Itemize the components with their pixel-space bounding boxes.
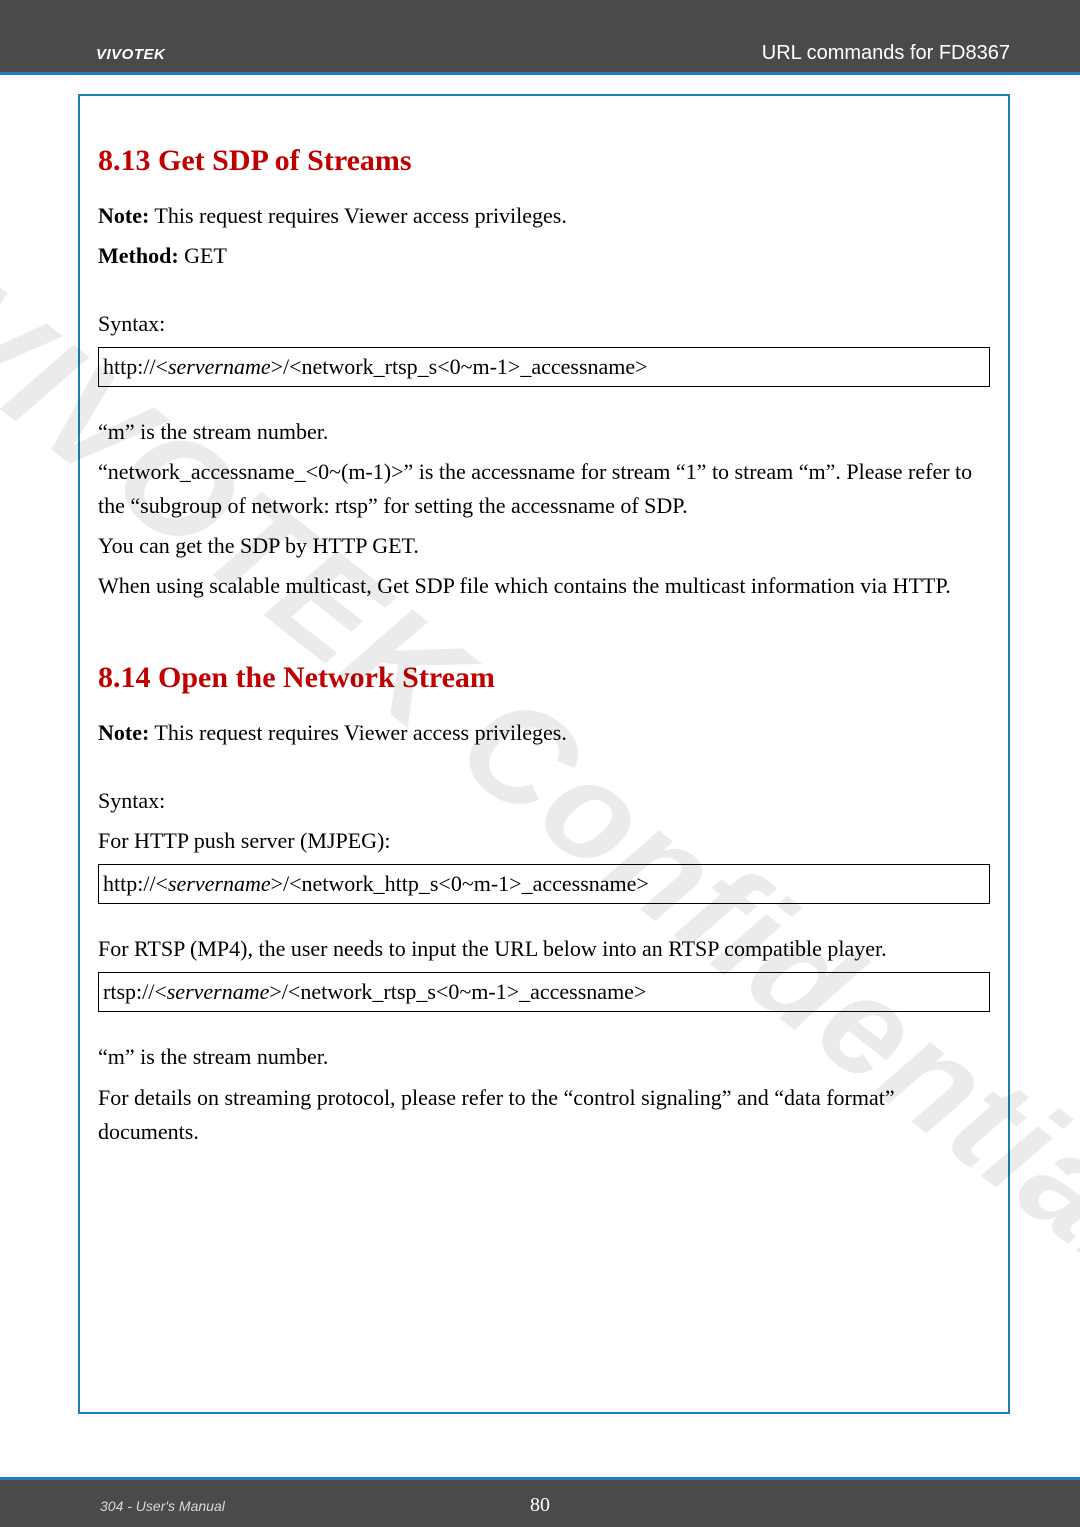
note-label: Note: [98, 203, 149, 228]
s2-p2: For details on streaming protocol, pleas… [98, 1081, 990, 1149]
syntax-servername: servername [168, 354, 271, 379]
http-prefix: http://< [103, 871, 168, 896]
rtsp-servername: servername [167, 979, 270, 1004]
footer-band: 304 - User's Manual 80 [0, 1477, 1080, 1527]
note-text: This request requires Viewer access priv… [149, 203, 567, 228]
content-frame: VIVOTEK Confidential 8.13 Get SDP of Str… [78, 94, 1010, 1414]
s1-p3: You can get the SDP by HTTP GET. [98, 529, 990, 563]
note-line-2: Note: This request requires Viewer acces… [98, 716, 990, 750]
syntax-box-rtsp: rtsp://<servername>/<network_rtsp_s<0~m-… [98, 972, 990, 1012]
note-label-2: Note: [98, 720, 149, 745]
note-text-2: This request requires Viewer access priv… [149, 720, 567, 745]
page: VIVOTEK URL commands for FD8367 VIVOTEK … [0, 0, 1080, 1527]
brand-logo: VIVOTEK [96, 46, 165, 63]
rtsp-prefix: rtsp://< [103, 979, 167, 1004]
syntax-label-1: Syntax: [98, 307, 990, 341]
header-title: URL commands for FD8367 [762, 42, 1010, 65]
s1-p2: “network_accessname_<0~(m-1)>” is the ac… [98, 455, 990, 523]
content: 8.13 Get SDP of Streams Note: This reque… [98, 138, 990, 1149]
section-heading-8-13: 8.13 Get SDP of Streams [98, 138, 990, 185]
http-push-label: For HTTP push server (MJPEG): [98, 824, 990, 858]
syntax-prefix: http://< [103, 354, 168, 379]
footer-left: 304 - User's Manual [100, 1498, 225, 1514]
syntax-box-sdp: http://<servername>/<network_rtsp_s<0~m-… [98, 347, 990, 387]
syntax-suffix: >/<network_rtsp_s<0~m-1>_accessname> [271, 354, 648, 379]
note-line-1: Note: This request requires Viewer acces… [98, 199, 990, 233]
syntax-label-2: Syntax: [98, 784, 990, 818]
s2-p1: “m” is the stream number. [98, 1040, 990, 1074]
header-band: VIVOTEK URL commands for FD8367 [0, 0, 1080, 75]
method-line: Method: GET [98, 239, 990, 273]
method-label: Method: [98, 243, 179, 268]
syntax-box-http: http://<servername>/<network_http_s<0~m-… [98, 864, 990, 904]
section-heading-8-14: 8.14 Open the Network Stream [98, 655, 990, 702]
http-suffix: >/<network_http_s<0~m-1>_accessname> [271, 871, 649, 896]
method-text: GET [179, 243, 227, 268]
s1-p1: “m” is the stream number. [98, 415, 990, 449]
rtsp-label: For RTSP (MP4), the user needs to input … [98, 932, 990, 966]
rtsp-suffix: >/<network_rtsp_s<0~m-1>_accessname> [269, 979, 646, 1004]
s1-p4: When using scalable multicast, Get SDP f… [98, 569, 990, 603]
footer-page-number: 80 [530, 1494, 550, 1517]
http-servername: servername [168, 871, 271, 896]
